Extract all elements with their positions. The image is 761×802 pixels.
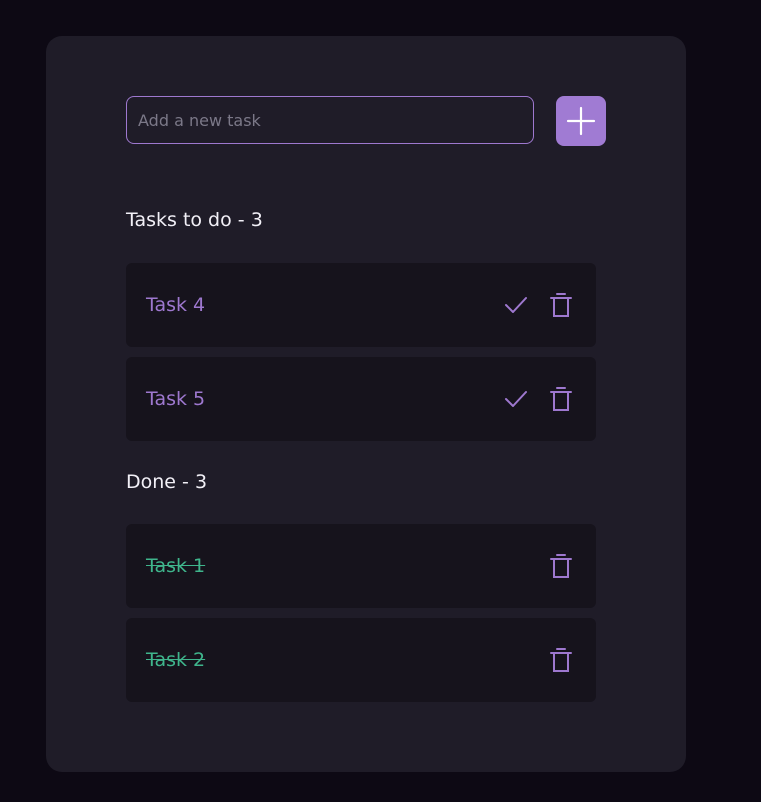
- new-task-input[interactable]: [126, 96, 534, 144]
- delete-task-button[interactable]: [547, 291, 575, 319]
- todo-card: Tasks to do - 3 Task 4 Task 5: [46, 36, 686, 772]
- plus-icon: [566, 106, 596, 136]
- complete-task-button[interactable]: [502, 291, 530, 319]
- todo-title-text: Tasks to do: [126, 209, 232, 231]
- done-title-separator: -: [176, 471, 195, 493]
- new-task-row: [126, 96, 606, 146]
- todo-task-item: Task 5: [126, 357, 596, 441]
- check-icon: [505, 391, 527, 407]
- task-label: Task 1: [146, 555, 206, 577]
- complete-task-button[interactable]: [502, 385, 530, 413]
- task-label: Task 2: [146, 649, 206, 671]
- todo-section-title: Tasks to do - 3: [126, 208, 263, 232]
- trash-icon: [550, 387, 572, 411]
- delete-task-button[interactable]: [547, 385, 575, 413]
- done-title-text: Done: [126, 471, 176, 493]
- done-task-item: Task 2: [126, 618, 596, 702]
- task-label: Task 5: [146, 388, 206, 410]
- done-section-title: Done - 3: [126, 470, 207, 494]
- done-count: 3: [194, 471, 208, 493]
- done-task-item: Task 1: [126, 524, 596, 608]
- check-icon: [505, 297, 527, 313]
- task-label: Task 4: [146, 294, 206, 316]
- trash-icon: [550, 554, 572, 578]
- trash-icon: [550, 293, 572, 317]
- delete-task-button[interactable]: [547, 646, 575, 674]
- delete-task-button[interactable]: [547, 552, 575, 580]
- todo-count: 3: [250, 209, 263, 231]
- trash-icon: [550, 648, 572, 672]
- add-task-button[interactable]: [556, 96, 606, 146]
- todo-title-separator: -: [231, 209, 251, 231]
- todo-task-item: Task 4: [126, 263, 596, 347]
